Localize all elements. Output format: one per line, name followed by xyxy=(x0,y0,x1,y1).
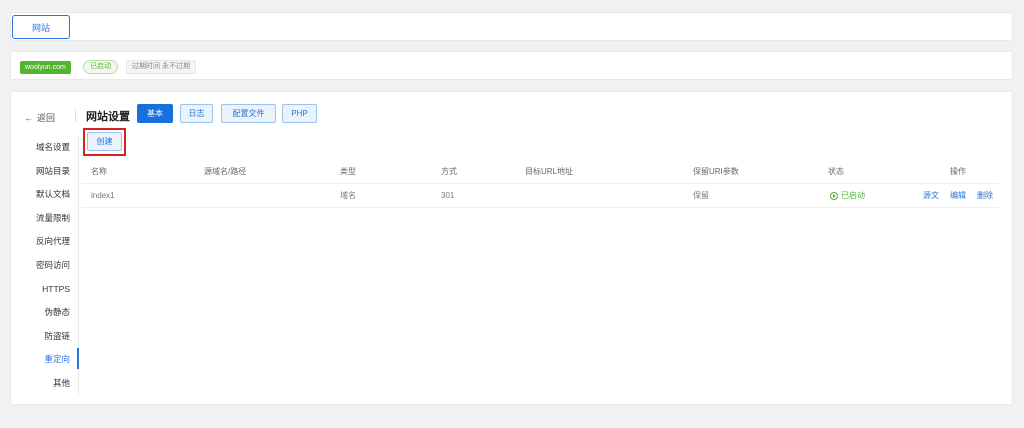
sidebar-item-traffic-limit[interactable]: 流量限制 xyxy=(11,207,80,231)
col-target: 目标URL地址 xyxy=(525,167,574,176)
sidebar-item-other[interactable]: 其他 xyxy=(11,372,80,396)
play-circle-icon xyxy=(830,192,838,200)
table-row: index1 域名 301 保留 已启动 源文 编辑 删除 xyxy=(81,184,999,208)
col-type: 类型 xyxy=(340,167,356,176)
col-name: 名称 xyxy=(91,167,107,176)
tab-website[interactable]: 网站 xyxy=(12,15,70,39)
delete-button[interactable]: 删除 xyxy=(977,184,993,208)
col-source: 源域名/路径 xyxy=(204,167,247,176)
arrow-left-icon: ← xyxy=(24,112,33,123)
sidebar-item-https[interactable]: HTTPS xyxy=(11,278,80,302)
tab-config-file[interactable]: 配置文件 xyxy=(221,104,276,123)
col-keep-uri: 保留URI参数 xyxy=(693,167,739,176)
site-domain-badge[interactable]: woolyun.com xyxy=(20,61,71,74)
sidebar-item-password-access[interactable]: 密码访问 xyxy=(11,254,80,278)
top-tab-bar: 网站 xyxy=(10,12,1013,41)
status-label: 已启动 xyxy=(841,191,865,200)
col-actions: 操作 xyxy=(950,167,966,176)
tab-log[interactable]: 日志 xyxy=(180,104,213,123)
sidebar-item-hotlink[interactable]: 防盗链 xyxy=(11,325,80,349)
edit-button[interactable]: 编辑 xyxy=(950,184,966,208)
col-status: 状态 xyxy=(828,167,844,176)
sidebar-item-site-dir[interactable]: 网站目录 xyxy=(11,160,80,184)
page-title: 网站设置 xyxy=(86,111,130,123)
redirect-table: 名称 源域名/路径 类型 方式 目标URL地址 保留URI参数 状态 操作 in… xyxy=(81,160,999,208)
sidebar-item-domain[interactable]: 域名设置 xyxy=(11,136,80,160)
create-button[interactable]: 创建 xyxy=(87,132,122,151)
sidebar-item-reverse-proxy[interactable]: 反向代理 xyxy=(11,230,80,254)
table-header: 名称 源域名/路径 类型 方式 目标URL地址 保留URI参数 状态 操作 xyxy=(81,160,999,184)
cell-method: 301 xyxy=(441,191,455,200)
cell-type: 域名 xyxy=(340,191,356,200)
site-status-badge: 已启动 xyxy=(83,60,118,74)
cell-name: index1 xyxy=(91,191,115,200)
sidebar-item-default-doc[interactable]: 默认文档 xyxy=(11,183,80,207)
sidebar-item-redirect[interactable]: 重定向 xyxy=(11,348,80,372)
cell-keep-uri: 保留 xyxy=(693,191,709,200)
site-info-bar: woolyun.com 已启动 过期时间 永不过期 xyxy=(10,51,1013,80)
col-method: 方式 xyxy=(441,167,457,176)
site-expiry-badge: 过期时间 永不过期 xyxy=(126,60,196,74)
divider xyxy=(75,109,76,122)
source-button[interactable]: 源文 xyxy=(923,184,939,208)
settings-sidebar: 域名设置 网站目录 默认文档 流量限制 反向代理 密码访问 HTTPS 伪静态 … xyxy=(11,136,80,396)
sidebar-item-rewrite[interactable]: 伪静态 xyxy=(11,301,80,325)
settings-panel: ← 返回 网站设置 基本 日志 配置文件 PHP 域名设置 网站目录 默认文档 … xyxy=(10,91,1013,405)
cell-status: 已启动 xyxy=(830,184,865,208)
tab-basic[interactable]: 基本 xyxy=(137,104,173,123)
back-button[interactable]: ← 返回 xyxy=(24,111,55,124)
sidebar-active-indicator xyxy=(77,348,79,369)
back-label: 返回 xyxy=(37,113,56,123)
tab-php[interactable]: PHP xyxy=(282,104,317,123)
